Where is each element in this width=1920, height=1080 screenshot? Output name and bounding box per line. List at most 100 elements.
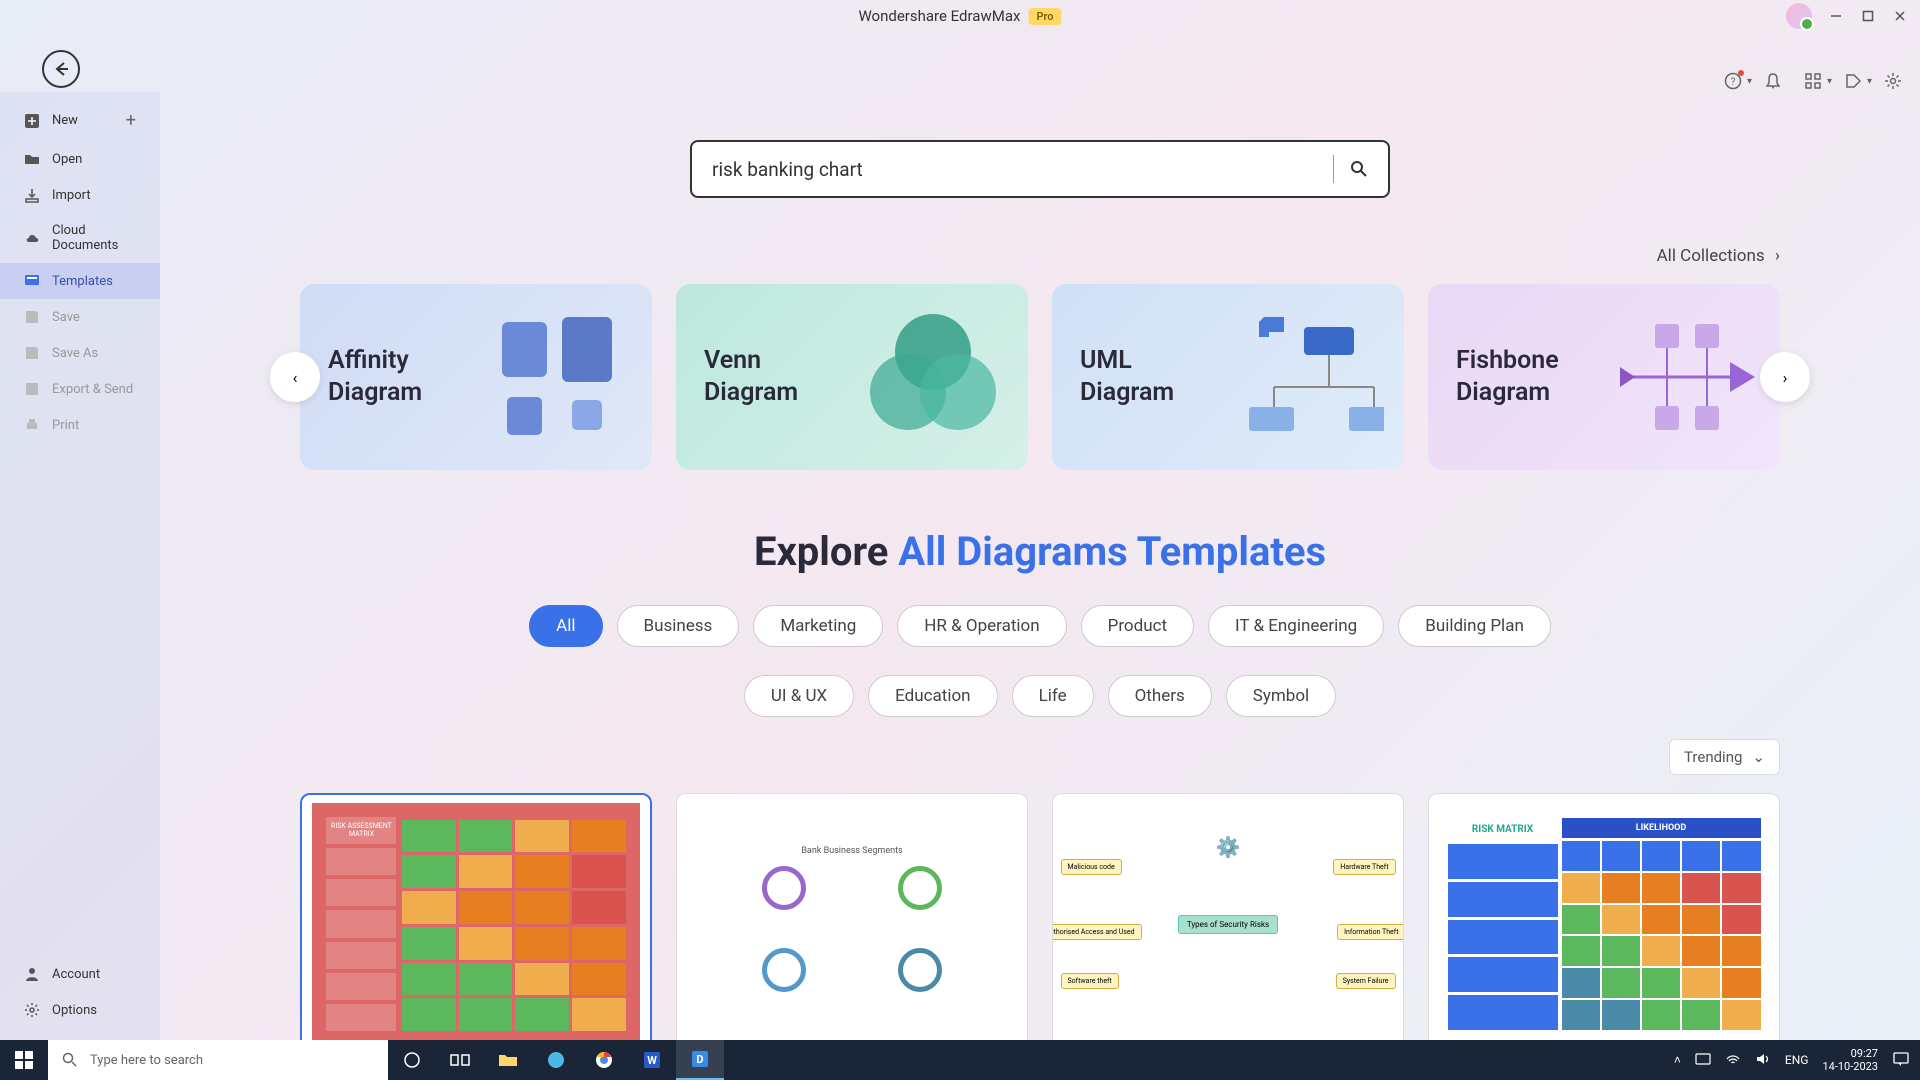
options-gear-icon: [24, 1002, 40, 1018]
filter-pills: All Business Marketing HR & Operation Pr…: [160, 605, 1920, 717]
filter-pill-symbol[interactable]: Symbol: [1226, 675, 1336, 717]
search-icon[interactable]: [1350, 160, 1368, 178]
category-card-uml[interactable]: UMLDiagram: [1052, 284, 1404, 470]
sidebar-item-account[interactable]: Account: [0, 956, 160, 992]
bell-icon[interactable]: [1764, 72, 1782, 90]
account-icon: [24, 966, 40, 982]
template-card-bank-segments[interactable]: Bank Business Segments Bank Business Seg…: [676, 793, 1028, 1040]
maximize-button[interactable]: [1860, 8, 1876, 24]
minimize-button[interactable]: [1828, 8, 1844, 24]
add-icon[interactable]: +: [126, 110, 136, 131]
sidebar-label: New: [52, 113, 78, 128]
filter-pill-product[interactable]: Product: [1081, 605, 1194, 647]
filter-pill-life[interactable]: Life: [1012, 675, 1094, 717]
save-as-icon: [24, 345, 40, 361]
uml-illustration-icon: [1234, 312, 1384, 442]
start-button[interactable]: [0, 1040, 48, 1080]
sidebar-label: Import: [52, 188, 91, 203]
pro-badge: Pro: [1028, 8, 1061, 25]
taskbar-edge-icon[interactable]: [532, 1040, 580, 1080]
filter-pill-building[interactable]: Building Plan: [1398, 605, 1551, 647]
fishbone-illustration-icon: [1610, 312, 1760, 442]
filter-pill-it[interactable]: IT & Engineering: [1208, 605, 1384, 647]
sidebar-item-open[interactable]: Open: [0, 141, 160, 177]
export-icon: [24, 381, 40, 397]
tray-notifications-icon[interactable]: [1892, 1050, 1910, 1071]
filter-pill-hr[interactable]: HR & Operation: [897, 605, 1066, 647]
chevron-down-icon: ⌄: [1752, 748, 1765, 766]
sidebar: New + Open Import Cloud Documents Templa…: [0, 92, 160, 1040]
filter-pill-marketing[interactable]: Marketing: [753, 605, 883, 647]
carousel-prev-button[interactable]: ‹: [270, 352, 320, 402]
sidebar-item-options[interactable]: Options: [0, 992, 160, 1028]
search-box[interactable]: [690, 140, 1390, 198]
sidebar-label: Export & Send: [52, 382, 133, 397]
taskbar-chrome-icon[interactable]: [580, 1040, 628, 1080]
explore-heading: Explore All Diagrams Templates: [160, 528, 1920, 575]
close-button[interactable]: [1892, 8, 1908, 24]
template-thumbnail: ⚙️ Types of Security Risks Malicious cod…: [1052, 793, 1404, 1040]
sidebar-label: Templates: [52, 274, 113, 289]
taskbar-taskview-icon[interactable]: [436, 1040, 484, 1080]
tray-meet-icon[interactable]: [1695, 1051, 1711, 1070]
folder-icon: [24, 151, 40, 167]
sort-dropdown[interactable]: Trending ⌄: [1669, 739, 1780, 775]
sidebar-item-new[interactable]: New +: [0, 100, 160, 141]
filter-pill-education[interactable]: Education: [868, 675, 997, 717]
tray-volume-icon[interactable]: [1755, 1051, 1771, 1070]
search-input[interactable]: [712, 158, 1317, 181]
gear-icon[interactable]: [1884, 72, 1902, 90]
sidebar-item-cloud[interactable]: Cloud Documents: [0, 213, 160, 263]
filter-pill-all[interactable]: All: [529, 605, 602, 647]
tray-language[interactable]: ENG: [1785, 1053, 1809, 1067]
taskbar-edrawmax-icon[interactable]: D: [676, 1040, 724, 1080]
template-thumbnail: RISK MATRIX LIKELIHOOD: [1428, 793, 1780, 1040]
template-thumbnail: RISK ASSESSMENT MATRIX: [300, 793, 652, 1040]
sidebar-label: Account: [52, 967, 100, 982]
svg-text:D: D: [696, 1053, 703, 1066]
tray-wifi-icon[interactable]: [1725, 1051, 1741, 1070]
user-avatar[interactable]: [1786, 3, 1812, 29]
help-icon[interactable]: ?▾: [1724, 72, 1742, 90]
taskbar-cortana-icon[interactable]: [388, 1040, 436, 1080]
taskbar-search[interactable]: Type here to search: [48, 1040, 388, 1080]
sidebar-item-templates[interactable]: Templates: [0, 263, 160, 299]
sidebar-label: Cloud Documents: [52, 223, 136, 253]
chevron-right-icon: ›: [1775, 246, 1780, 266]
category-card-venn[interactable]: VennDiagram: [676, 284, 1028, 470]
category-card-affinity[interactable]: AffinityDiagram: [300, 284, 652, 470]
grid-icon[interactable]: ▾: [1804, 72, 1822, 90]
tray-clock[interactable]: 09:27 14-10-2023: [1822, 1047, 1878, 1073]
save-icon: [24, 309, 40, 325]
sidebar-item-print: Print: [0, 407, 160, 443]
sidebar-item-import[interactable]: Import: [0, 177, 160, 213]
category-card-fishbone[interactable]: FishboneDiagram: [1428, 284, 1780, 470]
affinity-illustration-icon: [482, 312, 632, 442]
filter-pill-uiux[interactable]: UI & UX: [744, 675, 854, 717]
all-collections-link[interactable]: All Collections ›: [160, 198, 1920, 266]
taskbar-explorer-icon[interactable]: [484, 1040, 532, 1080]
back-button[interactable]: [42, 50, 80, 88]
template-card-risk-matrix[interactable]: RISK MATRIX LIKELIHOOD: [1428, 793, 1780, 1040]
sidebar-label: Print: [52, 418, 79, 433]
print-icon: [24, 417, 40, 433]
windows-taskbar: Type here to search W D ˄ ENG 09:27 14-1…: [0, 1040, 1920, 1080]
app-title: Wondershare EdrawMax: [858, 7, 1020, 25]
template-card-risk-assessment[interactable]: RISK ASSESSMENT MATRIX: [300, 793, 652, 1040]
divider: [1333, 155, 1334, 183]
sidebar-label: Save As: [52, 346, 98, 361]
carousel-next-button[interactable]: ›: [1760, 352, 1810, 402]
svg-text:W: W: [647, 1054, 657, 1067]
templates-icon: [24, 273, 40, 289]
svg-text:?: ?: [1731, 77, 1736, 88]
tag-icon[interactable]: ▾: [1844, 72, 1862, 90]
plus-square-icon: [24, 113, 40, 129]
sidebar-item-export: Export & Send: [0, 371, 160, 407]
filter-pill-others[interactable]: Others: [1108, 675, 1212, 717]
tray-chevron-icon[interactable]: ˄: [1674, 1053, 1681, 1067]
template-card-security-risks[interactable]: ⚙️ Types of Security Risks Malicious cod…: [1052, 793, 1404, 1040]
filter-pill-business[interactable]: Business: [617, 605, 740, 647]
sidebar-label: Options: [52, 1003, 97, 1018]
taskbar-word-icon[interactable]: W: [628, 1040, 676, 1080]
sidebar-label: Save: [52, 310, 80, 325]
